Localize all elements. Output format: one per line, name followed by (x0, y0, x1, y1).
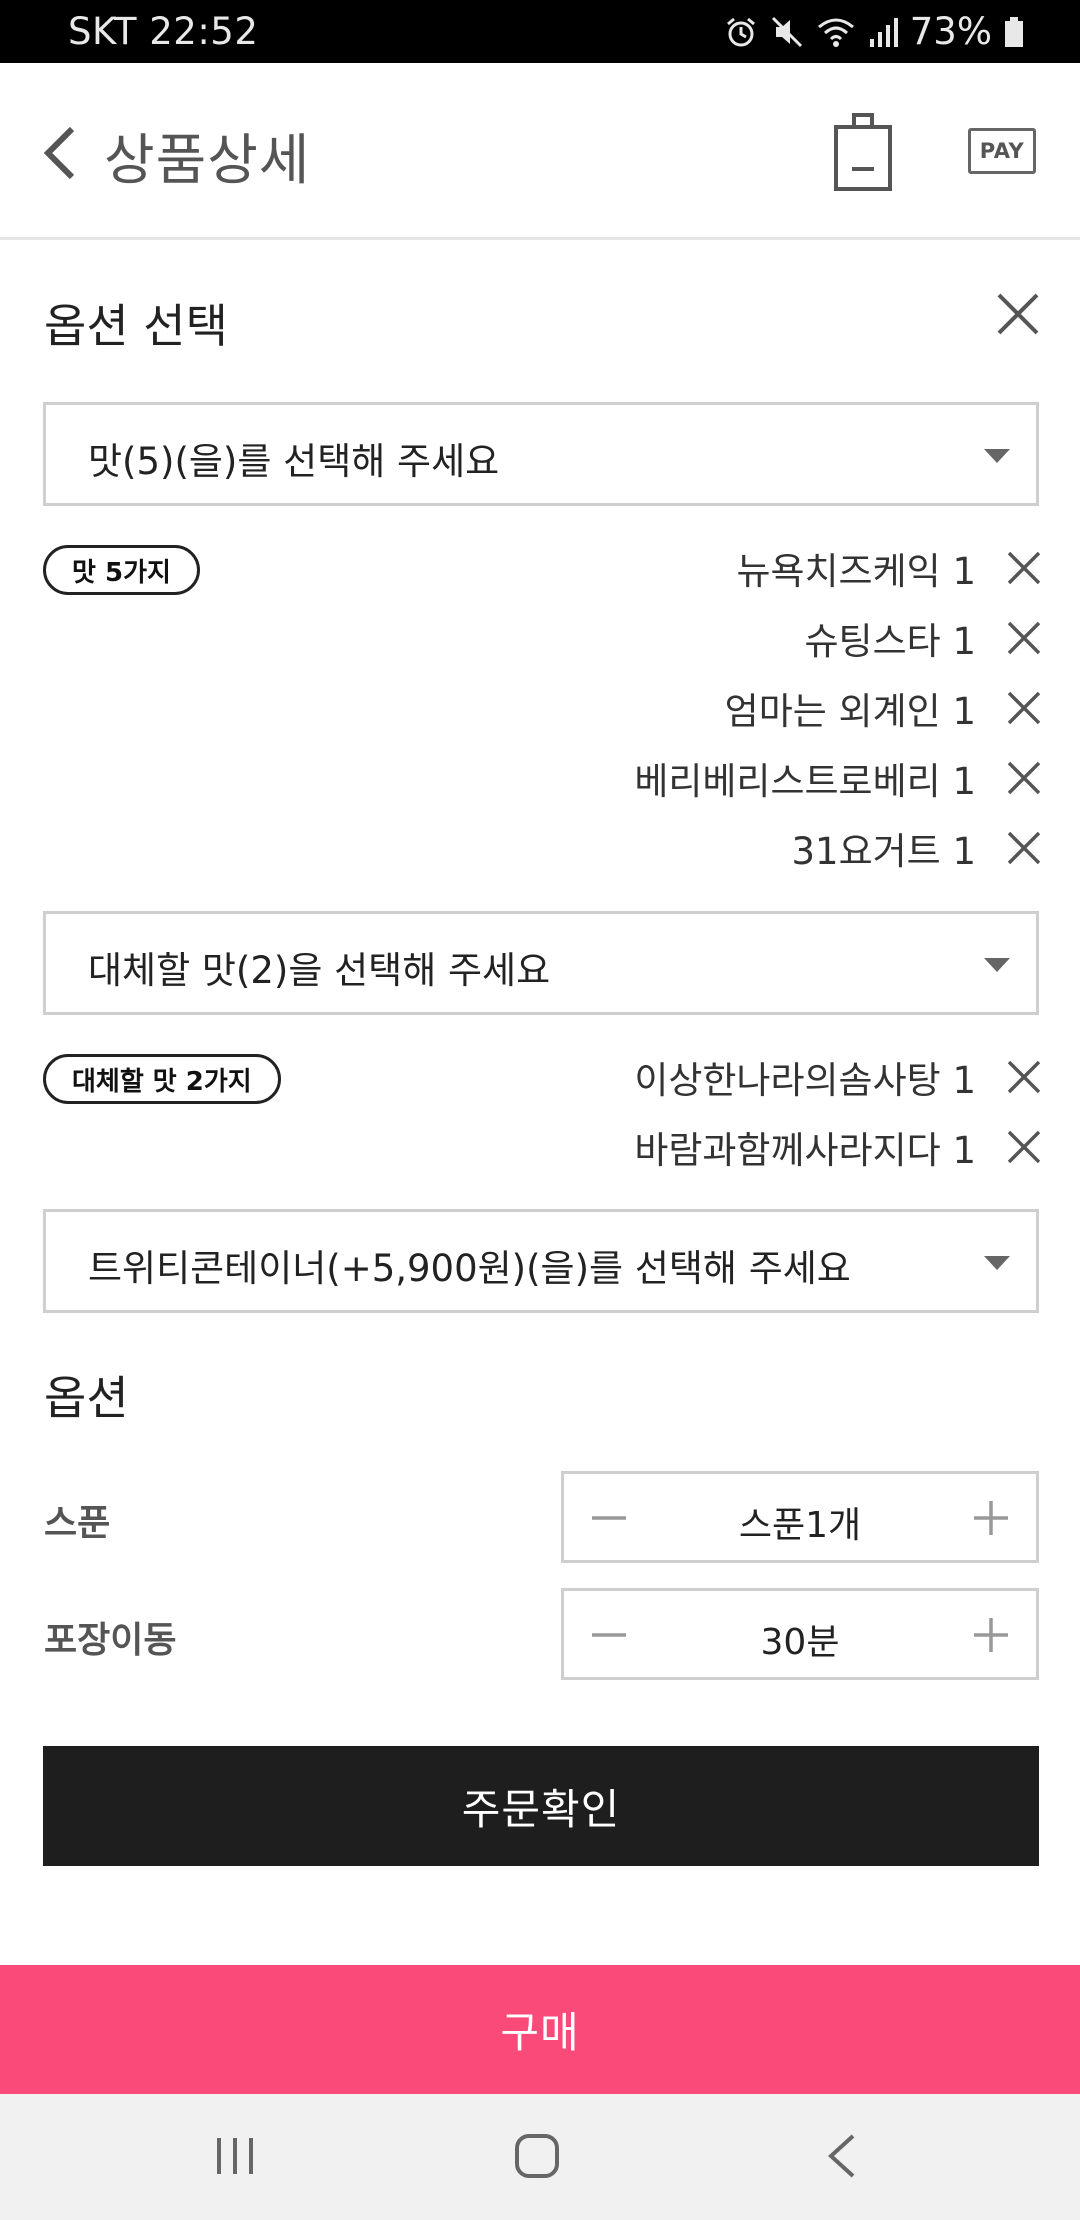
selected-flavor-name: 슈팅스타 1 (804, 620, 976, 663)
selected-flavor-name: 31요거트 1 (791, 830, 976, 873)
spoon-stepper: 스푼1개 (561, 1471, 1039, 1563)
selected-flavor-row: 슈팅스타 1 (805, 608, 1042, 668)
alternate-select-text: 대체할 맛(2)을 선택해 주세요 (88, 949, 551, 992)
carrier-time: SKT 22:52 (68, 10, 259, 53)
selected-flavor-row: 베리베리스트로베리 1 (634, 748, 1042, 808)
flavor-count-label: 맛 5가지 (72, 557, 171, 588)
remove-flavor-icon[interactable] (1006, 830, 1042, 866)
container-select[interactable]: 트위티콘테이너(+5,900원)(을)를 선택해 주세요 (43, 1209, 1039, 1313)
remove-flavor-icon[interactable] (1006, 760, 1042, 796)
vibrate-mute-icon (771, 16, 802, 47)
dropdown-caret-icon (984, 958, 1010, 972)
spoon-value: 스푼1개 (738, 1505, 862, 1546)
selected-alternate-name: 이상한나라의솜사탕 1 (634, 1059, 976, 1102)
flavor-select[interactable]: 맛(5)(을)를 선택해 주세요 (43, 402, 1039, 506)
remove-alternate-icon[interactable] (1006, 1059, 1042, 1095)
buy-button[interactable]: 구매 (0, 1965, 1080, 2094)
pay-label: PAY (979, 139, 1025, 163)
selected-alternate-row: 이상한나라의솜사탕 1 (634, 1047, 1042, 1107)
selected-alternate-name: 바람과함께사라지다 1 (634, 1129, 976, 1172)
pay-button[interactable]: PAY (968, 128, 1036, 174)
selected-flavor-row: 뉴욕치즈케익 1 (736, 538, 1042, 598)
selected-flavor-name: 뉴욕치즈케익 1 (736, 550, 976, 593)
buy-label: 구매 (500, 2008, 580, 2057)
remove-flavor-icon[interactable] (1006, 550, 1042, 586)
alarm-icon (726, 17, 755, 46)
alternate-count-badge: 대체할 맛 2가지 (43, 1054, 281, 1104)
dropdown-caret-icon (984, 449, 1010, 463)
battery-icon (1005, 16, 1023, 47)
minus-icon[interactable] (586, 1612, 632, 1658)
remove-alternate-icon[interactable] (1006, 1129, 1042, 1165)
selected-flavor-name: 베리베리스트로베리 1 (634, 760, 976, 803)
back-icon[interactable] (36, 123, 86, 183)
packing-label: 포장이동 (44, 1620, 177, 1661)
wifi-icon (817, 18, 854, 47)
signal-icon (869, 17, 898, 47)
status-icons: 73% (724, 10, 1024, 53)
selected-flavor-row: 31요거트 1 (791, 818, 1042, 878)
flavor-count-badge: 맛 5가지 (43, 545, 200, 595)
confirm-order-button[interactable]: 주문확인 (43, 1746, 1039, 1866)
shopping-bag-icon[interactable] (832, 111, 894, 193)
dropdown-caret-icon (984, 1256, 1010, 1270)
minus-icon[interactable] (586, 1495, 632, 1541)
system-nav-bar (0, 2094, 1080, 2220)
plus-icon[interactable] (968, 1612, 1014, 1658)
status-bar: SKT 22:52 73% (0, 0, 1080, 63)
alternate-flavor-select[interactable]: 대체할 맛(2)을 선택해 주세요 (43, 911, 1039, 1015)
remove-flavor-icon[interactable] (1006, 690, 1042, 726)
recents-icon[interactable] (213, 2134, 257, 2178)
plus-icon[interactable] (968, 1495, 1014, 1541)
page-title: 상품상세 (104, 128, 311, 192)
home-icon[interactable] (513, 2132, 561, 2180)
options-section-title: 옵션 (44, 1371, 129, 1425)
alternate-count-label: 대체할 맛 2가지 (72, 1066, 252, 1097)
container-select-text: 트위티콘테이너(+5,900원)(을)를 선택해 주세요 (88, 1247, 851, 1290)
selected-flavor-name: 엄마는 외계인 1 (724, 690, 976, 733)
close-icon[interactable] (996, 292, 1040, 336)
confirm-order-label: 주문확인 (461, 1784, 621, 1834)
packing-value: 30분 (760, 1622, 840, 1663)
option-panel-title: 옵션 선택 (44, 299, 228, 353)
battery-percent: 73% (909, 10, 992, 53)
nav-back-icon[interactable] (823, 2132, 859, 2180)
selected-alternate-row: 바람과함께사라지다 1 (634, 1117, 1042, 1177)
remove-flavor-icon[interactable] (1006, 620, 1042, 656)
selected-flavor-row: 엄마는 외계인 1 (725, 678, 1042, 738)
packing-stepper: 30분 (561, 1588, 1039, 1680)
spoon-label: 스푼 (44, 1503, 111, 1544)
app-header: 상품상세 PAY (0, 63, 1080, 240)
flavor-select-text: 맛(5)(을)를 선택해 주세요 (88, 440, 500, 483)
